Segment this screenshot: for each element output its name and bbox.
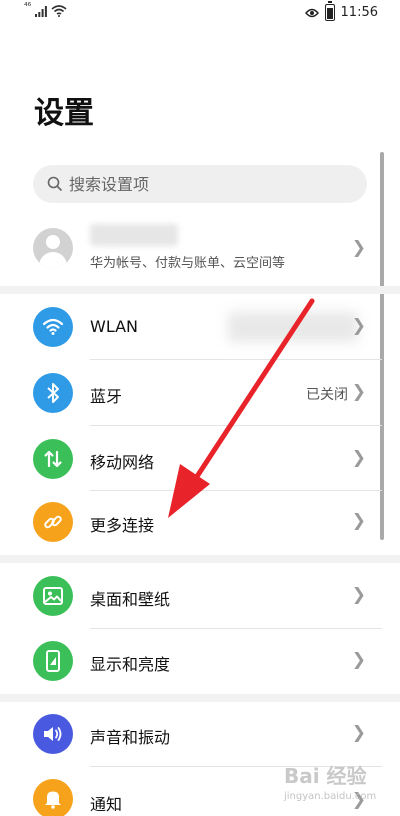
- link-icon: [33, 502, 73, 542]
- settings-item-label: 蓝牙: [90, 387, 123, 406]
- speaker-icon: [33, 714, 73, 754]
- chevron-right-icon: ❯: [351, 238, 366, 258]
- network-type-label: ⁴⁶: [24, 2, 32, 12]
- settings-item-label: 桌面和壁纸: [90, 590, 171, 609]
- section-divider: [0, 694, 400, 702]
- settings-item-display-brightness[interactable]: 显示和亮度 ❯: [0, 629, 400, 695]
- wlan-network-name-blurred: [228, 312, 358, 342]
- account-row[interactable]: 华为帐号、付款与账单、云空间等 ❯: [0, 222, 400, 278]
- chevron-right-icon: ❯: [351, 382, 366, 402]
- account-name-blurred: [90, 224, 178, 246]
- search-bar[interactable]: [33, 165, 367, 203]
- settings-item-label: 通知: [90, 795, 123, 814]
- bell-icon: [33, 779, 73, 816]
- status-time: 11:56: [340, 5, 378, 20]
- settings-item-label: 更多连接: [90, 516, 155, 535]
- image-icon: [33, 576, 73, 616]
- settings-item-wlan[interactable]: WLAN ❯: [0, 294, 400, 360]
- settings-item-label: 声音和振动: [90, 728, 171, 747]
- status-bar: ⁴⁶ 11:56: [0, 0, 400, 26]
- wifi-icon: [33, 307, 73, 347]
- eye-icon: [304, 8, 319, 17]
- search-input[interactable]: [69, 174, 339, 194]
- status-left: ⁴⁶: [24, 2, 67, 17]
- battery-icon: [324, 1, 335, 21]
- chevron-right-icon: ❯: [351, 448, 366, 468]
- chevron-right-icon: ❯: [351, 585, 366, 605]
- settings-item-bluetooth[interactable]: 蓝牙 已关闭 ❯: [0, 360, 400, 426]
- settings-item-label: 显示和亮度: [90, 655, 171, 674]
- watermark: Bai 经验 jingyan.baidu.com: [284, 760, 394, 804]
- settings-item-sound-vibration[interactable]: 声音和振动 ❯: [0, 702, 400, 768]
- settings-item-label: WLAN: [90, 317, 139, 336]
- settings-item-wallpaper[interactable]: 桌面和壁纸 ❯: [0, 563, 400, 629]
- bluetooth-icon: [33, 373, 73, 413]
- wifi-icon: [51, 5, 67, 17]
- settings-item-label: 移动网络: [90, 453, 155, 472]
- page-title: 设置: [34, 96, 94, 131]
- settings-item-more-connections[interactable]: 更多连接 ❯: [0, 490, 400, 556]
- mobile-data-icon: [33, 439, 73, 479]
- phone-brightness-icon: [33, 641, 73, 681]
- chevron-right-icon: ❯: [351, 650, 366, 670]
- chevron-right-icon: ❯: [351, 511, 366, 531]
- bluetooth-status: 已关闭: [306, 387, 348, 403]
- signal-icon: [35, 5, 48, 17]
- watermark-url: jingyan.baidu.com: [284, 791, 377, 802]
- status-right: 11:56: [304, 1, 378, 21]
- settings-item-mobile-network[interactable]: 移动网络 ❯: [0, 426, 400, 492]
- avatar: [33, 228, 73, 268]
- watermark-text: Bai 经验: [284, 764, 367, 788]
- account-subtitle: 华为帐号、付款与账单、云空间等: [90, 256, 286, 271]
- search-icon: [47, 176, 63, 192]
- chevron-right-icon: ❯: [351, 316, 366, 336]
- section-divider: [0, 555, 400, 563]
- section-divider: [0, 286, 400, 294]
- chevron-right-icon: ❯: [351, 723, 366, 743]
